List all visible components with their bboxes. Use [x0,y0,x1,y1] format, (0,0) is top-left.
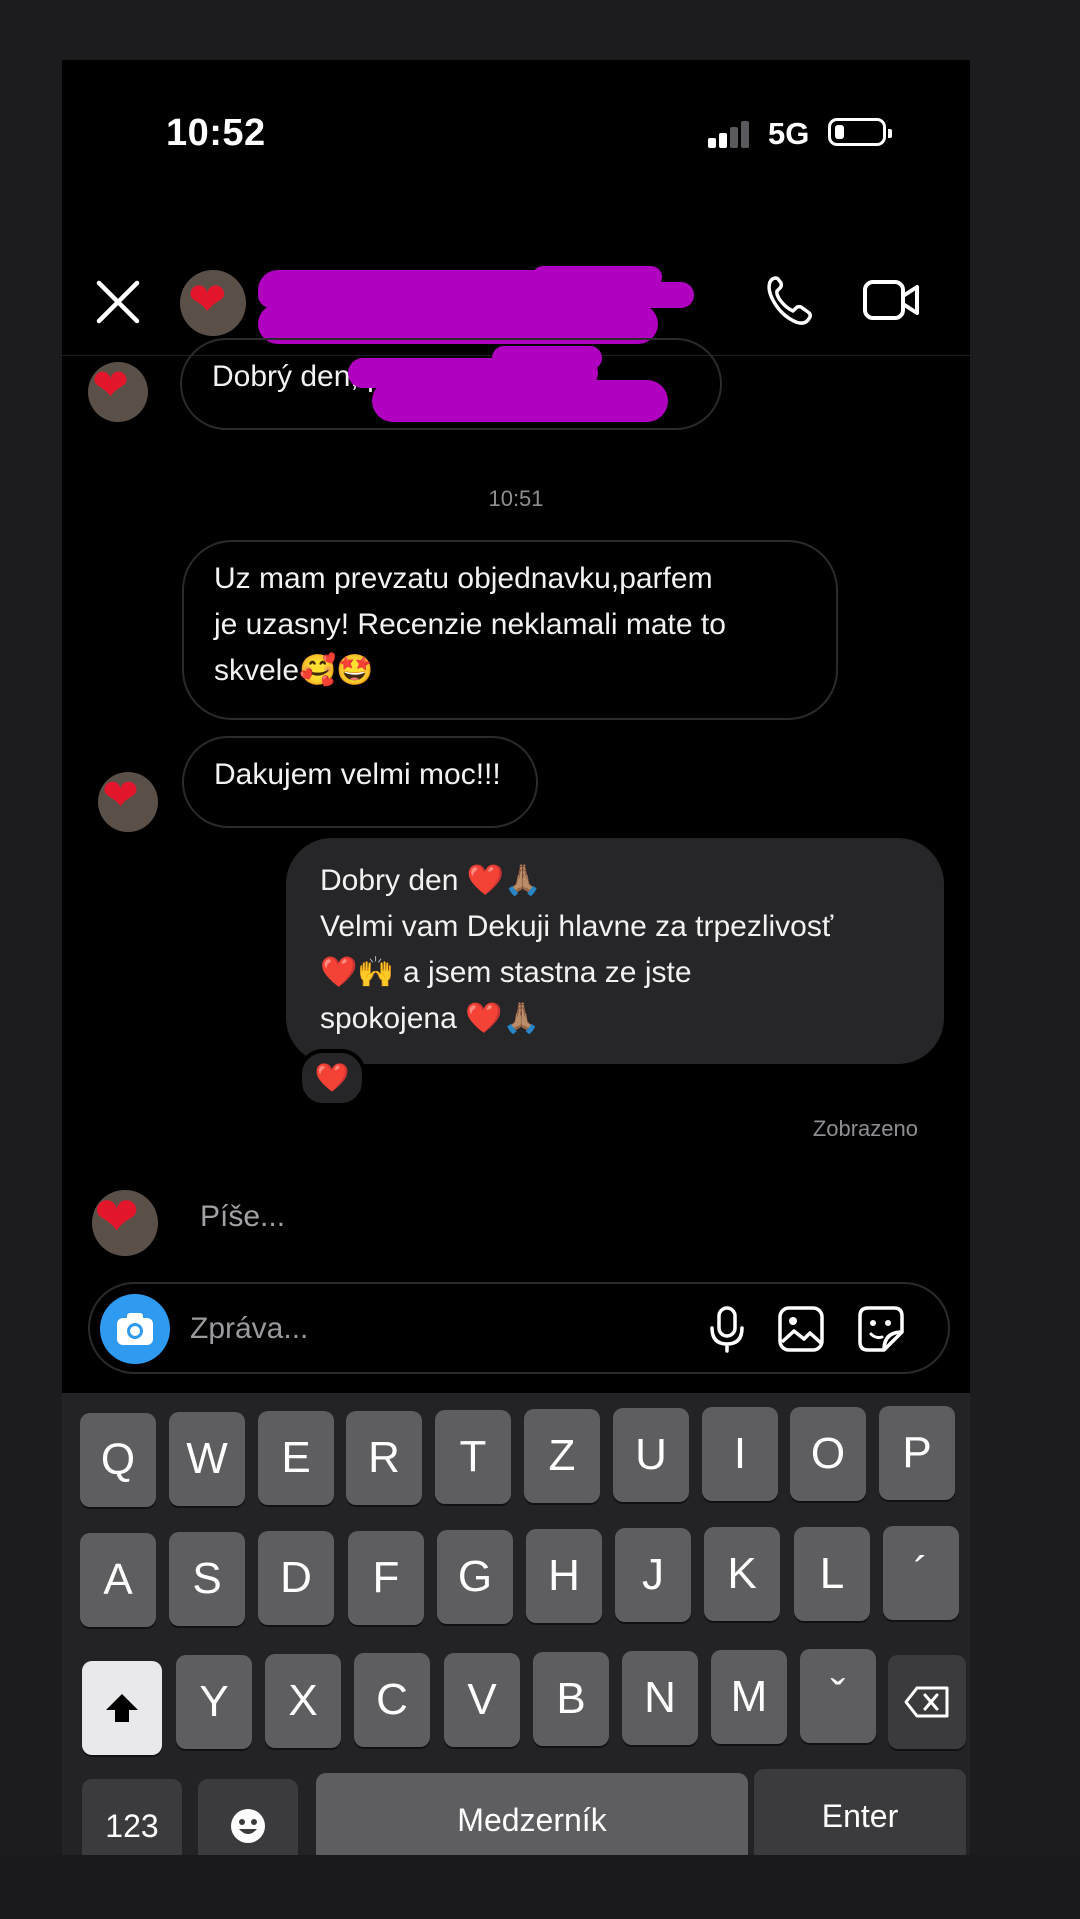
contact-avatar[interactable]: ❤ [180,270,246,336]
chat-header: ❤ [62,220,970,356]
key-q[interactable]: Q [80,1413,156,1507]
message-timestamp: 10:51 [488,486,544,511]
camera-button[interactable] [100,1294,170,1364]
key-c[interactable]: C [354,1653,430,1747]
microphone-icon[interactable] [702,1304,752,1354]
key-g[interactable]: G [437,1530,513,1624]
key-j[interactable]: J [615,1528,691,1622]
message-text: spokojena ❤️🙏🏽 [320,1002,540,1035]
message-text: Velmi vam Dekuji hlavne za trpezlivosť [320,910,834,943]
message-bubble-incoming[interactable]: Dakujem velmi moc!!! [182,736,538,828]
emoji-icon [231,1809,265,1843]
camera-icon [117,1313,153,1345]
sticker-icon[interactable] [856,1304,906,1354]
space-key[interactable]: Medzerník [316,1773,748,1867]
key-accent[interactable]: ˇ [800,1649,876,1743]
sender-avatar[interactable]: ❤ [88,362,148,422]
key-i[interactable]: I [702,1407,778,1501]
home-area [0,1855,1080,1919]
heart-icon: ❤️ [314,1062,350,1093]
backspace-key[interactable] [888,1655,966,1749]
message-text: je uzasny! Recenzie neklamali mate to [214,608,726,641]
key-z[interactable]: Z [524,1409,600,1503]
message-input[interactable] [188,1302,632,1356]
signal-icon [708,120,758,148]
heart-icon: ❤ [102,772,139,820]
key-m[interactable]: M [711,1650,787,1744]
message-bubble-incoming[interactable]: Uz mam prevzatu objednavku,parfem je uza… [182,540,838,720]
message-text: ❤️🙌 a jsem stastna ze jste [320,956,692,989]
close-icon[interactable] [96,280,140,324]
heart-icon: ❤ [94,1190,140,1247]
heart-reaction[interactable]: ❤️ [298,1049,366,1107]
key-d[interactable]: D [258,1531,334,1625]
sender-avatar[interactable]: ❤ [98,772,158,832]
shift-key[interactable] [82,1661,162,1755]
typing-indicator: Píše... [200,1200,286,1233]
phone-screen: 10:52 5G ❤ ❤ Dobrý den, p 10:51 Uz mam p… [62,60,970,1919]
typing-avatar: ❤ [92,1190,158,1256]
key-y[interactable]: Y [176,1655,252,1749]
message-text: Dobry den ❤️🙏🏽 [320,864,542,897]
key-r[interactable]: R [346,1411,422,1505]
key-a[interactable]: A [80,1533,156,1627]
key-accent[interactable]: ´ [883,1526,959,1620]
network-label: 5G [768,116,810,151]
enter-key[interactable]: Enter [754,1769,966,1863]
seen-status: Zobrazeno [812,1116,918,1141]
key-t[interactable]: T [435,1410,511,1504]
status-time: 10:52 [166,112,266,154]
battery-icon [828,118,892,146]
key-o[interactable]: O [790,1407,866,1501]
key-v[interactable]: V [444,1653,520,1747]
message-text: Uz mam prevzatu objednavku,parfem [214,562,713,595]
key-n[interactable]: N [622,1651,698,1745]
key-s[interactable]: S [169,1532,245,1626]
key-e[interactable]: E [258,1411,334,1505]
key-u[interactable]: U [613,1408,689,1502]
key-w[interactable]: W [169,1412,245,1506]
keyboard: QWERTZUIOP A S D F G H J K L ´ YXCVBNMˇ 123 Medze… [62,1393,970,1919]
gallery-icon[interactable] [776,1304,826,1354]
video-call-icon[interactable] [862,276,922,324]
heart-icon: ❤ [188,273,227,325]
key-b[interactable]: B [533,1652,609,1746]
key-k[interactable]: K [704,1527,780,1621]
backspace-icon [904,1686,949,1718]
phone-call-icon[interactable] [762,272,818,328]
message-composer [88,1282,950,1374]
heart-icon: ❤ [92,362,129,410]
message-bubble-outgoing[interactable]: Dobry den ❤️🙏🏽 Velmi vam Dekuji hlavne z… [286,838,944,1064]
key-p[interactable]: P [879,1406,955,1500]
message-text: Dakujem velmi moc!!! [214,758,501,791]
key-f[interactable]: F [348,1531,424,1625]
key-h[interactable]: H [526,1529,602,1623]
key-x[interactable]: X [265,1654,341,1748]
key-l[interactable]: L [794,1527,870,1621]
shift-icon [106,1694,138,1722]
message-text: skvele🥰🤩 [214,654,374,687]
